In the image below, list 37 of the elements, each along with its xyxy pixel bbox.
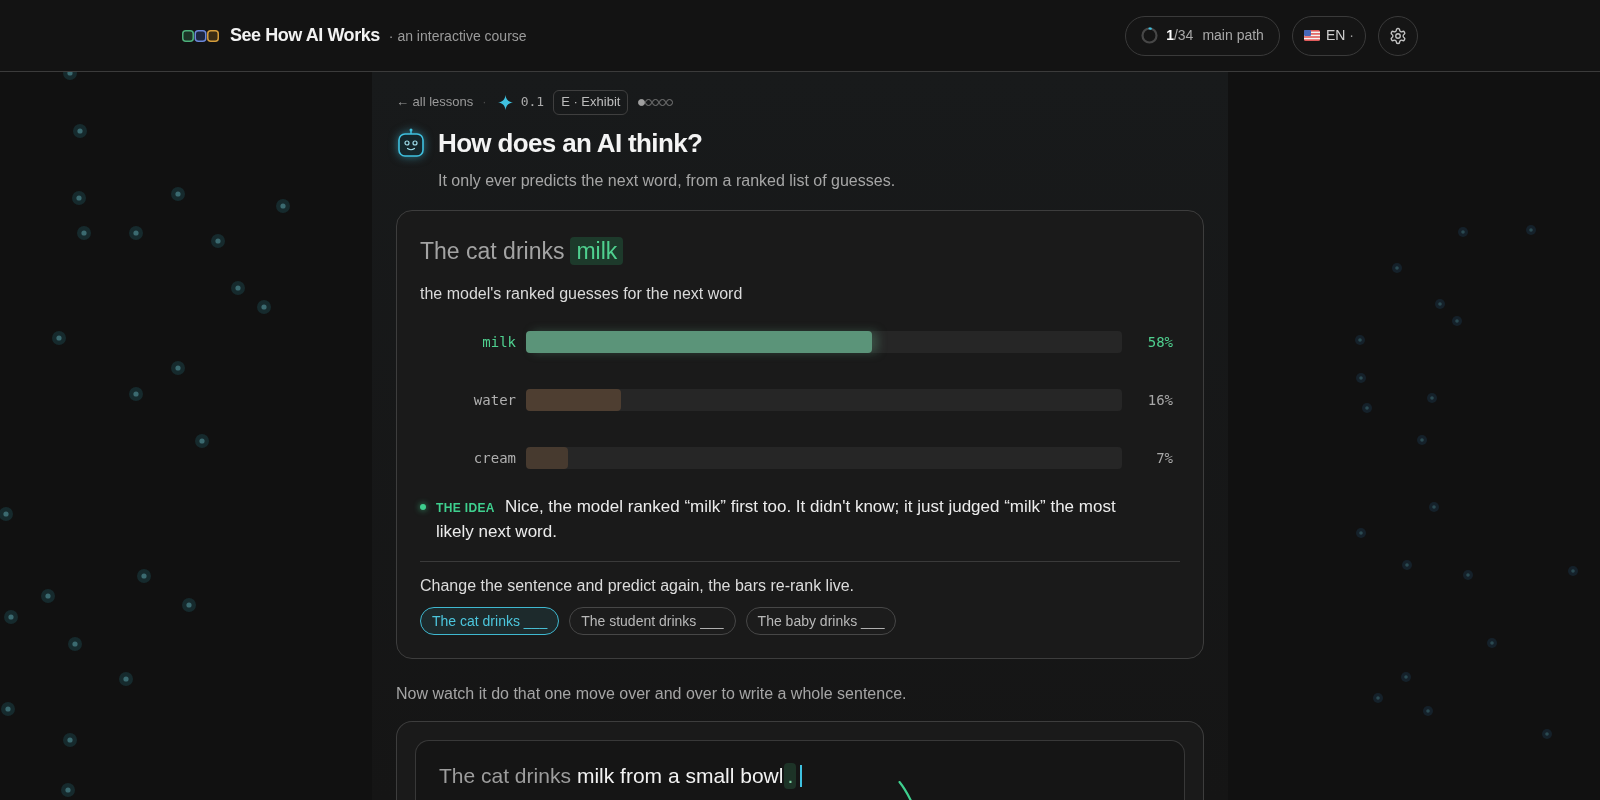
guess-label: milk xyxy=(481,332,516,352)
lesson-title: How does an AI think? xyxy=(438,127,703,160)
prompt-text: The cat drinks xyxy=(439,763,571,790)
settings-icon xyxy=(1389,26,1407,45)
guesses-caption: the model's ranked guesses for the next word xyxy=(420,284,744,304)
lesson-type-badge: E · Exhibit xyxy=(553,89,629,115)
idea-text: THE IDEA Nice, the model ranked “milk” first too. It didn't know; it just judged “milk” the most likely next word. xyxy=(436,496,1117,543)
site-title: See How AI Works xyxy=(230,24,380,47)
instruction-text: Change the sentence and predict again, the bars re-rank live. xyxy=(420,576,856,596)
settings-button[interactable] xyxy=(1378,15,1418,56)
sentence-chip[interactable]: The student drinks ___ xyxy=(569,607,736,635)
language-button[interactable]: EN · xyxy=(1291,15,1366,56)
progress-ring-icon xyxy=(1141,27,1159,44)
progress-button[interactable]: 1/34 main path xyxy=(1125,15,1280,56)
separator: · xyxy=(482,93,487,112)
curve-drawing xyxy=(898,781,914,800)
guess-label: cream xyxy=(472,448,516,468)
sentence-chip[interactable]: The cat drinks ___ xyxy=(420,607,560,635)
guess-percent: 7% xyxy=(1155,448,1173,468)
text-cursor-icon xyxy=(800,765,803,787)
sentence-chip[interactable]: The baby drinks ___ xyxy=(745,607,897,635)
flag-icon xyxy=(1303,30,1320,41)
back-link[interactable]: ← all lessons xyxy=(396,92,474,112)
robot-icon xyxy=(397,128,425,158)
site-tagline: · an interactive course xyxy=(388,27,527,46)
lesson-number: 0.1 xyxy=(520,93,545,112)
logo-icon xyxy=(182,29,219,42)
generated-text: milk from a small bowl xyxy=(576,763,784,790)
intro-text: Now watch it do that one move over and over to write a whole sentence. xyxy=(396,684,908,704)
guess-percent: 58% xyxy=(1146,332,1173,352)
guess-percent: 16% xyxy=(1146,390,1173,410)
sentence-prompt: The cat drinks xyxy=(420,236,565,266)
sparkle-icon xyxy=(497,94,513,110)
lesson-subtitle: It only ever predicts the next word, from a ranked list of guesses. xyxy=(438,171,897,191)
predicted-word: milk xyxy=(570,237,624,265)
guess-label: water xyxy=(472,390,516,410)
next-token-highlight: . xyxy=(784,763,797,789)
